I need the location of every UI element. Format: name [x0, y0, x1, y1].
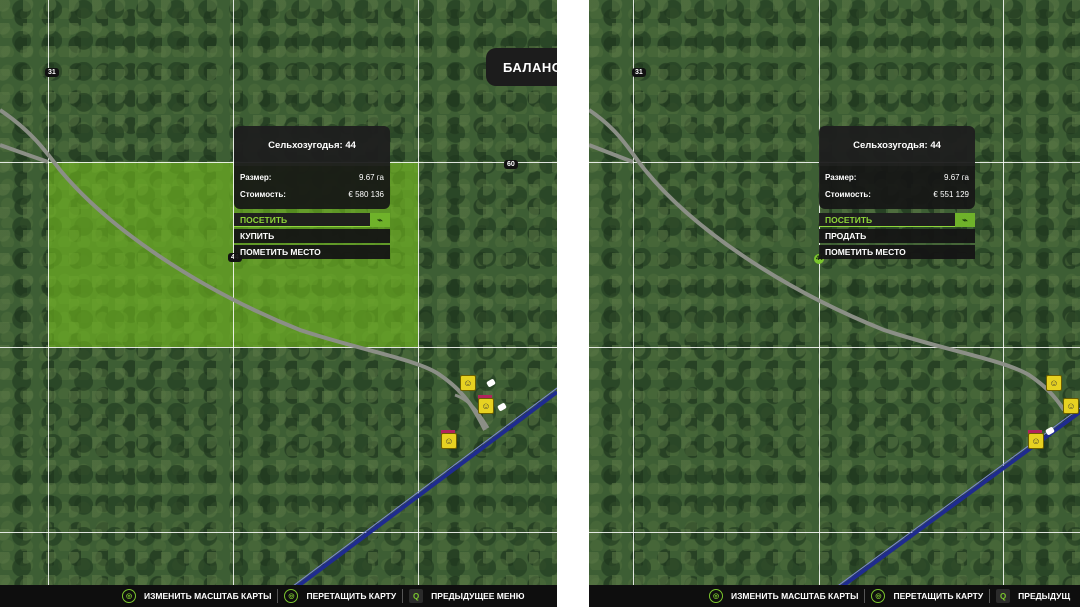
- map-panel-left[interactable]: 31 60 44 ☺ ☺ ☺ БАЛАНС Сельхозугодья: 44 …: [0, 0, 557, 607]
- visit-pin-icon[interactable]: ⌁: [370, 213, 390, 227]
- popup-menu: ПОСЕТИТЬ ⌁ КУПИТЬ ПОМЕТИТЬ МЕСТО: [234, 213, 390, 259]
- prev-menu-label: ПРЕДЫДУЩ: [1018, 591, 1071, 601]
- mark-location-label: ПОМЕТИТЬ МЕСТО: [825, 247, 906, 257]
- mark-location-label: ПОМЕТИТЬ МЕСТО: [240, 247, 321, 257]
- zoom-hint-label: ИЗМЕНИТЬ МАСШТАБ КАРТЫ: [144, 591, 272, 601]
- selection-underline: [234, 226, 370, 227]
- visit-button[interactable]: ПОСЕТИТЬ ⌁: [234, 213, 390, 227]
- zoom-hint-label: ИЗМЕНИТЬ МАСШТАБ КАРТЫ: [731, 591, 859, 601]
- field-info-popup: Сельхозугодья: 44 Размер: 9.67 га Стоимо…: [234, 126, 390, 261]
- size-label: Размер:: [240, 173, 272, 182]
- sell-point-icon[interactable]: ☺: [1063, 398, 1079, 414]
- sell-point-icon[interactable]: ☺: [1046, 375, 1062, 391]
- control-hints-bar: ◎ ИЗМЕНИТЬ МАСШТАБ КАРТЫ ◎ ПЕРЕТАЩИТЬ КА…: [0, 585, 557, 607]
- size-label: Размер:: [825, 173, 857, 182]
- sell-button[interactable]: ПРОДАТЬ: [819, 229, 975, 243]
- size-row: Размер: 9.67 га: [240, 169, 384, 186]
- popup-title: Сельхозугодья: 44: [234, 126, 390, 166]
- visit-label: ПОСЕТИТЬ: [825, 215, 873, 225]
- zoom-hint[interactable]: ◎ ИЗМЕНИТЬ МАСШТАБ КАРТЫ: [116, 585, 277, 607]
- sell-point-icon[interactable]: ☺: [478, 398, 494, 414]
- drag-control-icon: ◎: [871, 589, 886, 603]
- popup-title: Сельхозугодья: 44: [819, 126, 975, 166]
- q-key-icon: Q: [996, 589, 1011, 603]
- cost-row: Стоимость: € 580 136: [240, 186, 384, 203]
- buy-label: КУПИТЬ: [240, 231, 275, 241]
- drag-hint-label: ПЕРЕТАЩИТЬ КАРТУ: [306, 591, 397, 601]
- selection-underline: [819, 226, 955, 227]
- sell-point-icon[interactable]: ☺: [1028, 433, 1044, 449]
- control-hints-bar: ◎ ИЗМЕНИТЬ МАСШТАБ КАРТЫ ◎ ПЕРЕТАЩИТЬ КА…: [589, 585, 1080, 607]
- sell-point-icon[interactable]: ☺: [441, 433, 457, 449]
- mark-location-button[interactable]: ПОМЕТИТЬ МЕСТО: [819, 245, 975, 259]
- balance-display: БАЛАНС: [486, 48, 557, 86]
- popup-menu: ПОСЕТИТЬ ⌁ ПРОДАТЬ ПОМЕТИТЬ МЕСТО: [819, 213, 975, 259]
- zoom-hint[interactable]: ◎ ИЗМЕНИТЬ МАСШТАБ КАРТЫ: [703, 585, 864, 607]
- zoom-control-icon: ◎: [122, 589, 136, 603]
- roads-layer: [589, 108, 1080, 607]
- cost-label: Стоимость:: [825, 190, 871, 199]
- popup-body: Размер: 9.67 га Стоимость: € 580 136: [234, 166, 390, 209]
- sell-label: ПРОДАТЬ: [825, 231, 867, 241]
- drag-hint[interactable]: ◎ ПЕРЕТАЩИТЬ КАРТУ: [865, 585, 989, 607]
- zoom-control-icon: ◎: [709, 589, 723, 603]
- visit-button[interactable]: ПОСЕТИТЬ ⌁: [819, 213, 975, 227]
- grid-marker-60: 60: [504, 160, 518, 169]
- visit-label: ПОСЕТИТЬ: [240, 215, 288, 225]
- cost-value: € 580 136: [348, 190, 384, 199]
- drag-hint-label: ПЕРЕТАЩИТЬ КАРТУ: [893, 591, 984, 601]
- size-value: 9.67 га: [359, 173, 384, 182]
- map-panel-right[interactable]: 31 44 ☺ ☺ ☺ Сельхозугодья: 44 Размер: 9.…: [589, 0, 1080, 607]
- field-info-popup: Сельхозугодья: 44 Размер: 9.67 га Стоимо…: [819, 126, 975, 261]
- prev-menu-label: ПРЕДЫДУЩЕЕ МЕНЮ: [431, 591, 525, 601]
- q-key-icon: Q: [409, 589, 424, 603]
- visit-pin-icon[interactable]: ⌁: [955, 213, 975, 227]
- popup-body: Размер: 9.67 га Стоимость: € 551 129: [819, 166, 975, 209]
- size-value: 9.67 га: [944, 173, 969, 182]
- cost-label: Стоимость:: [240, 190, 286, 199]
- grid-marker-31: 31: [45, 68, 59, 77]
- prev-menu-hint[interactable]: Q ПРЕДЫДУЩЕЕ МЕНЮ: [403, 585, 530, 607]
- drag-control-icon: ◎: [284, 589, 299, 603]
- drag-hint[interactable]: ◎ ПЕРЕТАЩИТЬ КАРТУ: [278, 585, 402, 607]
- sell-point-icon[interactable]: ☺: [460, 375, 476, 391]
- cost-row: Стоимость: € 551 129: [825, 186, 969, 203]
- buy-button[interactable]: КУПИТЬ: [234, 229, 390, 243]
- mark-location-button[interactable]: ПОМЕТИТЬ МЕСТО: [234, 245, 390, 259]
- size-row: Размер: 9.67 га: [825, 169, 969, 186]
- cost-value: € 551 129: [933, 190, 969, 199]
- grid-marker-31: 31: [632, 68, 646, 77]
- prev-menu-hint[interactable]: Q ПРЕДЫДУЩ: [990, 585, 1076, 607]
- roads-layer: [0, 108, 557, 607]
